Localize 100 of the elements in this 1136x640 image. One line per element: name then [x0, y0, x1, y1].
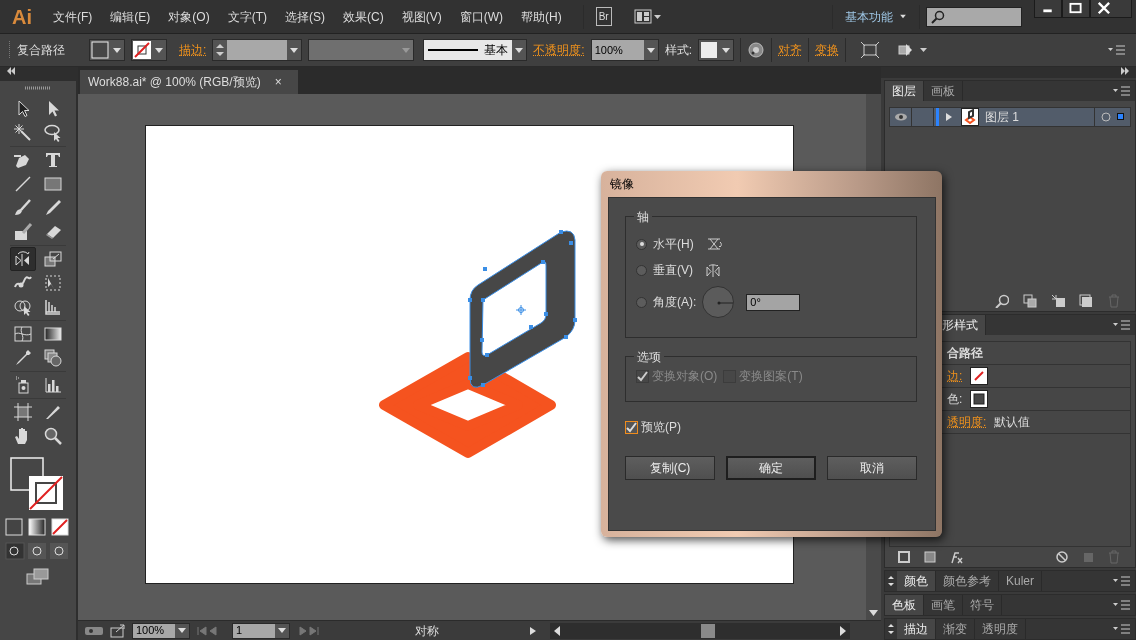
fill-swatch-icon: [90, 40, 110, 60]
eye-icon[interactable]: [893, 112, 908, 122]
target-icon[interactable]: [1101, 112, 1111, 122]
toolbox-grip[interactable]: [23, 85, 53, 91]
panel-menu-icon[interactable]: [1113, 86, 1131, 96]
dialog-button[interactable]: 复制(C): [625, 456, 715, 480]
arrange-icon[interactable]: [898, 41, 929, 59]
panel-tab[interactable]: 画板: [924, 81, 963, 101]
angle-field[interactable]: 0°: [746, 293, 801, 311]
panel-tab[interactable]: 画笔: [924, 595, 963, 615]
panel-menu-icon[interactable]: [1113, 600, 1131, 610]
tool-button[interactable]: [10, 247, 36, 271]
opacity-link[interactable]: 不透明度:: [533, 41, 585, 59]
menu-item[interactable]: 帮助(H): [512, 7, 571, 26]
menu-item[interactable]: 编辑(E): [101, 7, 160, 26]
status-menu-icon[interactable]: [528, 625, 538, 636]
document-info-icon[interactable]: [84, 624, 104, 637]
dialog-button[interactable]: 取消: [827, 456, 917, 480]
panel-menu-icon[interactable]: [1113, 319, 1131, 330]
screen-mode-icon[interactable]: [26, 568, 50, 586]
artboard-tool-icon: [13, 402, 33, 422]
mesh-tool-icon: [13, 324, 33, 344]
panel-tab[interactable]: 图层: [885, 81, 924, 101]
add-stroke-icon[interactable]: [897, 550, 911, 564]
new-sublayer-icon[interactable]: [1051, 293, 1065, 308]
type-tool-icon: [43, 150, 63, 170]
selection-indicator-icon[interactable]: [1117, 113, 1124, 121]
clear-icon[interactable]: [1055, 550, 1069, 564]
attribute-link[interactable]: 边:: [947, 366, 963, 385]
close-button[interactable]: [1090, 0, 1132, 18]
zoom-field[interactable]: 100%: [132, 622, 190, 639]
menu-item[interactable]: 视图(V): [392, 7, 451, 26]
toolbar-grip[interactable]: [8, 41, 11, 59]
clipping-mask-icon[interactable]: [1023, 293, 1037, 308]
stroke-weight-field[interactable]: [212, 39, 303, 61]
pencil-tool-icon: [43, 198, 63, 218]
control-link[interactable]: 对齐: [778, 41, 803, 59]
menu-item[interactable]: 选择(S): [276, 7, 334, 26]
isolate-icon[interactable]: [860, 41, 881, 59]
menu-item[interactable]: 效果(C): [334, 7, 393, 26]
shape-builder-tool-icon: [13, 297, 33, 317]
menu-item[interactable]: 文字(T): [218, 7, 276, 26]
fx-icon[interactable]: [949, 550, 963, 564]
add-fill-icon[interactable]: [923, 550, 937, 564]
menu-item[interactable]: 对象(O): [159, 7, 219, 26]
recolor-artwork-icon[interactable]: [747, 41, 766, 59]
search-icon[interactable]: [995, 293, 1009, 308]
scale-tool-icon: [43, 249, 63, 269]
menu-item[interactable]: 窗口(W): [450, 7, 512, 26]
dialog-title: 镜像: [609, 176, 635, 193]
dialog-button[interactable]: 确定: [726, 456, 816, 480]
artboard-field[interactable]: 1: [232, 622, 290, 639]
panel-tab[interactable]: Kuler: [999, 571, 1042, 591]
opacity-field[interactable]: 100%: [590, 39, 659, 61]
panel-tab[interactable]: 色板: [885, 595, 924, 615]
menu-item[interactable]: 文件(F): [44, 7, 102, 26]
share-icon[interactable]: [110, 623, 126, 638]
stroke-link[interactable]: 描边:: [179, 41, 207, 59]
radio-button[interactable]: [636, 238, 647, 250]
new-layer-icon[interactable]: [1079, 293, 1093, 308]
graphic-style-picker[interactable]: [698, 39, 735, 61]
fill-swatch-picker[interactable]: [89, 39, 125, 61]
minimize-button[interactable]: [1034, 0, 1062, 18]
attribute-link[interactable]: 透明度:: [947, 412, 987, 431]
document-tab[interactable]: Work88.ai* @ 100% (RGB/预览) ×: [80, 70, 298, 94]
arrange-documents-icon[interactable]: [633, 8, 662, 25]
scroll-thumb[interactable]: [701, 623, 715, 638]
panel-menu-icon[interactable]: [1113, 576, 1131, 586]
checkbox[interactable]: [625, 420, 638, 434]
layer-row[interactable]: 图层 1: [889, 107, 1131, 127]
panel-tab[interactable]: 描边: [897, 619, 936, 639]
scroll-left-icon[interactable]: [553, 625, 561, 636]
stroke-none-swatch[interactable]: [970, 366, 989, 385]
group-label: 选项: [634, 348, 664, 366]
panel-tab[interactable]: 颜色: [897, 571, 936, 591]
radio-button[interactable]: [636, 264, 647, 276]
stroke-line-icon: [428, 48, 479, 52]
check-icon: [626, 421, 637, 433]
rectangle-tool-icon: [43, 174, 63, 194]
radio-button[interactable]: [636, 296, 647, 308]
control-link[interactable]: 变换: [815, 41, 840, 59]
scroll-right-icon[interactable]: [839, 625, 847, 636]
panel-menu-icon[interactable]: [1108, 45, 1126, 55]
workspace-switcher[interactable]: 基本功能: [845, 7, 907, 26]
stroke-swatch-picker[interactable]: [131, 39, 167, 61]
panel-tab[interactable]: 颜色参考: [936, 571, 999, 591]
brush-style-dropdown[interactable]: 基本: [423, 39, 528, 61]
maximize-button[interactable]: [1062, 0, 1090, 18]
tab-close-button[interactable]: ×: [274, 73, 282, 91]
fill-swatch[interactable]: [970, 389, 989, 408]
panel-tab[interactable]: 渐变: [936, 619, 975, 639]
horizontal-scrollbar[interactable]: [550, 622, 850, 639]
panel-tab[interactable]: 符号: [963, 595, 1002, 615]
panel-menu-icon[interactable]: [1113, 624, 1131, 634]
panel-tab[interactable]: 透明度: [975, 619, 1026, 639]
horizontal-axis-icon: [705, 236, 722, 252]
bridge-button[interactable]: Br: [595, 7, 612, 26]
variable-width-dropdown[interactable]: [308, 39, 415, 61]
search-field[interactable]: [926, 6, 1022, 27]
radio-label: 水平(H): [653, 236, 694, 253]
